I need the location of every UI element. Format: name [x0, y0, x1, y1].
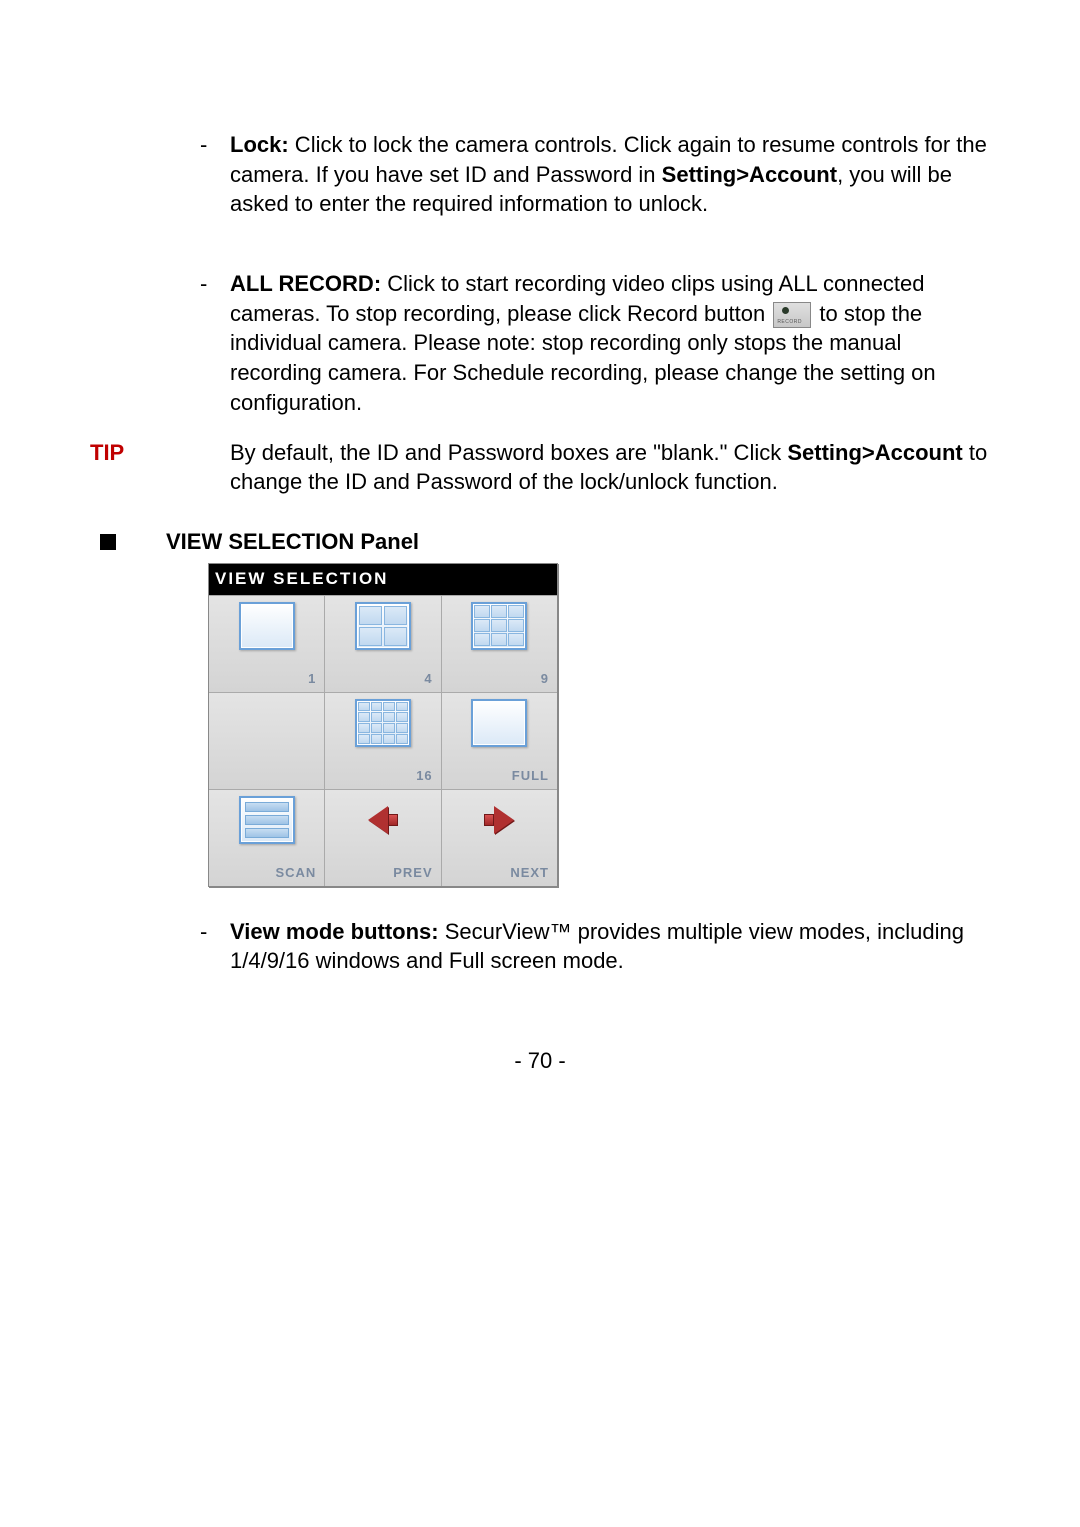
dash-bullet: - — [200, 917, 230, 976]
dash-bullet: - — [200, 130, 230, 219]
view-16-icon — [355, 699, 411, 747]
record-icon — [773, 302, 811, 328]
arrow-right-icon — [471, 796, 527, 844]
tip-path: Setting>Account — [787, 440, 962, 465]
view-4-button[interactable]: 4 — [325, 596, 441, 692]
allrecord-label: ALL RECORD: — [230, 271, 381, 296]
view-16-button[interactable]: 16 — [325, 693, 441, 789]
viewmode-label: View mode buttons: — [230, 919, 439, 944]
allrecord-item: - ALL RECORD: Click to start recording v… — [200, 269, 990, 417]
tip-row: TIP By default, the ID and Password boxe… — [90, 438, 990, 497]
section-title: VIEW SELECTION Panel — [166, 527, 419, 557]
view-9-icon — [471, 602, 527, 650]
view-9-button[interactable]: 9 — [442, 596, 557, 692]
lock-label: Lock: — [230, 132, 289, 157]
empty-cell — [209, 693, 325, 789]
view-selection-panel: VIEW SELECTION 1 4 9 — [208, 563, 558, 887]
page-number: - 70 - — [90, 1046, 990, 1076]
lock-text: Lock: Click to lock the camera controls.… — [230, 130, 990, 219]
view-1-button[interactable]: 1 — [209, 596, 325, 692]
dash-bullet: - — [200, 269, 230, 417]
scan-icon — [239, 796, 295, 844]
prev-button[interactable]: PREV — [325, 790, 441, 886]
view-selection-heading: VIEW SELECTION Panel — [90, 527, 990, 557]
view-full-icon — [471, 699, 527, 747]
panel-title: VIEW SELECTION — [209, 564, 557, 595]
scan-button[interactable]: SCAN — [209, 790, 325, 886]
lock-item: - Lock: Click to lock the camera control… — [200, 130, 990, 219]
view-4-icon — [355, 602, 411, 650]
viewmode-item: - View mode buttons: SecurView™ provides… — [200, 917, 990, 976]
tip-label: TIP — [90, 438, 230, 497]
tip-text: By default, the ID and Password boxes ar… — [230, 438, 990, 497]
lock-path: Setting>Account — [662, 162, 837, 187]
next-button[interactable]: NEXT — [442, 790, 557, 886]
square-bullet-icon — [100, 534, 116, 550]
view-full-button[interactable]: FULL — [442, 693, 557, 789]
view-1-icon — [239, 602, 295, 650]
viewmode-text: View mode buttons: SecurView™ provides m… — [230, 917, 990, 976]
arrow-left-icon — [355, 796, 411, 844]
allrecord-text: ALL RECORD: Click to start recording vid… — [230, 269, 990, 417]
